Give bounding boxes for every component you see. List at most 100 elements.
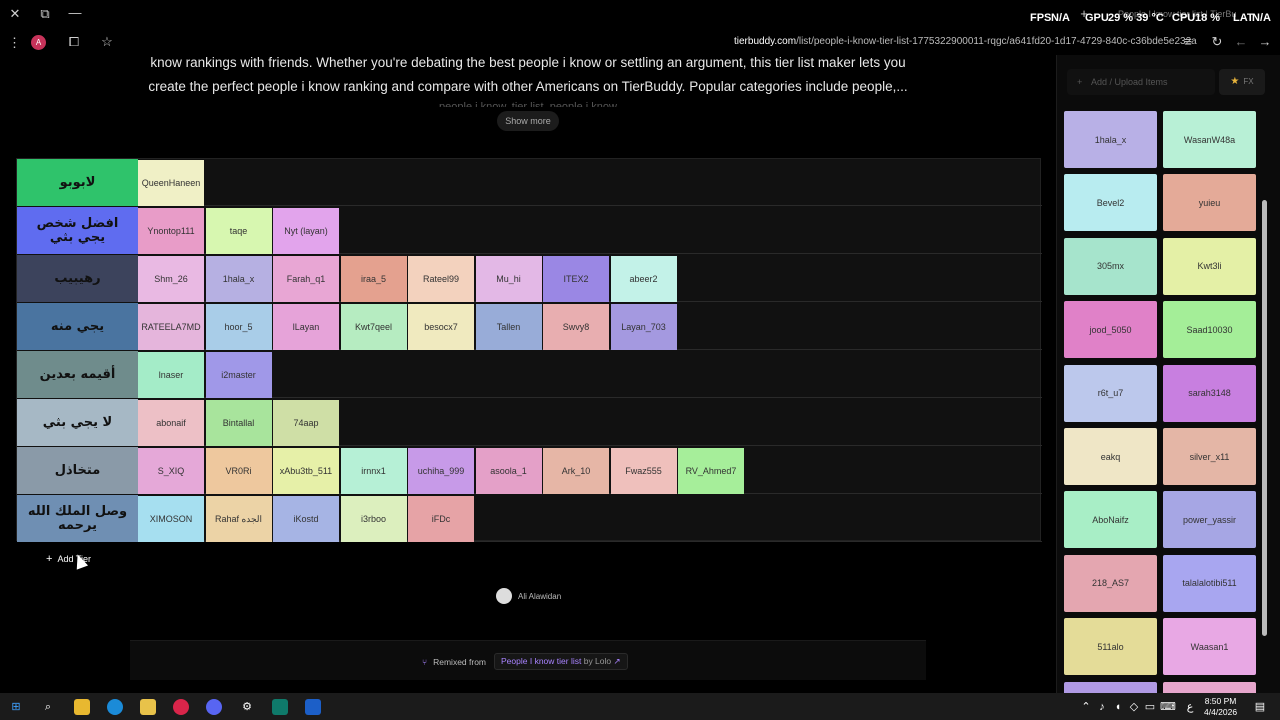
edge-icon[interactable] xyxy=(107,699,123,715)
fx-button[interactable]: ★ FX xyxy=(1219,69,1265,95)
tier-item[interactable]: 74aap xyxy=(273,400,339,446)
pool-item[interactable]: Bevel2 xyxy=(1064,174,1157,232)
tier-item[interactable]: iraa_5 xyxy=(340,256,407,302)
clock[interactable]: 8:50 PM 4/4/2026 xyxy=(1204,696,1237,718)
tier-item[interactable]: iFDc xyxy=(408,496,474,542)
folder-icon[interactable] xyxy=(140,699,156,715)
pool-item[interactable]: yuieu xyxy=(1163,174,1256,232)
tier-item[interactable]: RV_Ahmed7 xyxy=(678,448,744,494)
url-field[interactable]: tierbuddy.com/list/people-i-know-tier-li… xyxy=(734,36,1197,47)
pool-item[interactable] xyxy=(1163,681,1256,693)
tier-label[interactable]: لابوبو xyxy=(17,159,138,206)
tier-item[interactable]: Tallen xyxy=(475,304,542,350)
pool-item[interactable]: 511alo xyxy=(1064,618,1157,676)
tier-item[interactable]: Bintallal xyxy=(205,400,272,446)
remix-link[interactable]: People I know tier list by Lolo ↗ xyxy=(494,653,628,670)
reload-icon[interactable]: ↻ xyxy=(1210,35,1224,49)
creator-info[interactable]: Ali Alawidan xyxy=(496,588,561,604)
tier-item[interactable]: Mu_hi xyxy=(475,256,542,302)
keyboard-icon[interactable]: ⌨ xyxy=(1160,699,1176,715)
tier-item[interactable]: hoor_5 xyxy=(205,304,272,350)
search-icon[interactable]: ⌕ xyxy=(40,699,56,715)
tier-item[interactable]: Layan_703 xyxy=(610,304,677,350)
forward-icon[interactable]: → xyxy=(1258,35,1272,49)
tier-item[interactable]: Swvy8 xyxy=(543,304,609,350)
volume-icon[interactable]: ◖ xyxy=(1110,699,1126,715)
tier-item[interactable]: Shm_26 xyxy=(138,256,204,302)
tier-label[interactable]: متخاذل xyxy=(17,447,138,494)
pool-item[interactable]: Saad10030 xyxy=(1163,301,1256,359)
bookmark-star-icon[interactable]: ☆ xyxy=(100,35,114,49)
tier-label[interactable]: افضل شخص يجي بثي xyxy=(17,207,138,254)
display-icon[interactable]: ▭ xyxy=(1142,699,1158,715)
tier-label[interactable]: رهيبيب xyxy=(17,255,138,302)
pool-item[interactable]: r6t_u7 xyxy=(1064,364,1157,422)
discord-icon[interactable] xyxy=(206,699,222,715)
tier-item[interactable]: Ark_10 xyxy=(543,448,609,494)
tier-item[interactable]: lnaser xyxy=(138,352,204,398)
profile-icon[interactable]: A xyxy=(31,35,46,50)
microphone-icon[interactable]: ♪ xyxy=(1094,699,1110,715)
pool-item[interactable]: Waasan1 xyxy=(1163,618,1256,676)
tier-item[interactable]: RATEELA7MD xyxy=(138,304,204,350)
pool-item[interactable]: sarah3148 xyxy=(1163,364,1256,422)
tier-item[interactable]: xAbu3tb_511 xyxy=(273,448,339,494)
tier-item[interactable]: QueenHaneen xyxy=(138,160,204,206)
tier-label[interactable]: وصل الملك الله يرحمه xyxy=(17,495,138,542)
minimize-icon[interactable]: — xyxy=(68,6,82,20)
tier-label[interactable]: أقيمه بعدين xyxy=(17,351,138,398)
app-icon[interactable] xyxy=(272,699,288,715)
close-icon[interactable]: ✕ xyxy=(8,7,22,21)
tier-item[interactable]: Ynontop111 xyxy=(138,208,204,254)
menu-dots-icon[interactable]: ⋮ xyxy=(8,36,21,50)
settings-icon[interactable]: ⚙ xyxy=(239,699,255,715)
tier-item[interactable]: lLayan xyxy=(273,304,339,350)
pool-item[interactable]: eakq xyxy=(1064,428,1157,485)
tier-label[interactable]: لا يجي بثي xyxy=(17,399,138,446)
pool-item[interactable]: Kwt3li xyxy=(1163,237,1256,295)
scrollbar-thumb[interactable] xyxy=(1262,200,1267,636)
network-icon[interactable]: ◇ xyxy=(1126,699,1142,715)
notification-icon[interactable]: ▤ xyxy=(1252,699,1268,715)
tier-item[interactable]: i3rboo xyxy=(340,496,407,542)
pool-item[interactable]: AboNaifz xyxy=(1064,491,1157,549)
tier-item[interactable]: VR0Ri xyxy=(205,448,272,494)
monitor-icon[interactable] xyxy=(305,699,321,715)
start-icon[interactable]: ⊞ xyxy=(8,699,24,715)
pool-item[interactable]: talalalotibi511 xyxy=(1163,554,1256,612)
tier-item[interactable]: asoola_1 xyxy=(475,448,542,494)
tier-item[interactable]: Kwt7qeel xyxy=(340,304,407,350)
tier-item[interactable]: taqe xyxy=(205,208,272,254)
extensions-icon[interactable]: ⧠ xyxy=(67,35,81,49)
upload-items-field[interactable]: Add / Upload Items + xyxy=(1067,69,1215,95)
tier-item[interactable]: Nyt (layan) xyxy=(273,208,339,254)
tier-item[interactable]: abeer2 xyxy=(610,256,677,302)
tier-item[interactable]: XIMOSON xyxy=(138,496,204,542)
tray-arrow-icon[interactable]: ⌃ xyxy=(1078,699,1094,715)
language-indicator[interactable]: ع xyxy=(1182,699,1198,715)
pool-item[interactable]: WasanW48a xyxy=(1163,111,1256,168)
pool-item[interactable]: power_yassir xyxy=(1163,491,1256,549)
tier-item[interactable]: ITEX2 xyxy=(543,256,609,302)
pool-item[interactable]: silver_x11 xyxy=(1163,428,1256,485)
tier-item[interactable]: Rahaf الجده xyxy=(205,496,272,542)
tier-item[interactable]: iKostd xyxy=(273,496,339,542)
pool-item[interactable]: jood_5050 xyxy=(1064,301,1157,359)
tier-item[interactable]: Fwaz555 xyxy=(610,448,677,494)
pool-item[interactable]: 218_AS7 xyxy=(1064,554,1157,612)
tier-item[interactable]: irnnx1 xyxy=(340,448,407,494)
tier-item[interactable]: uchiha_999 xyxy=(408,448,474,494)
tier-item[interactable]: S_XIQ xyxy=(138,448,204,494)
back-icon[interactable]: ← xyxy=(1234,35,1248,49)
tier-item[interactable]: besocx7 xyxy=(408,304,474,350)
tier-item[interactable]: i2master xyxy=(205,352,272,398)
pool-item[interactable]: 1hala_x xyxy=(1064,111,1157,168)
remix-link-title[interactable]: People I know tier list xyxy=(501,656,581,666)
tier-item[interactable]: 1hala_x xyxy=(205,256,272,302)
tier-item[interactable]: Rateel99 xyxy=(408,256,474,302)
store-icon[interactable] xyxy=(74,699,90,715)
pool-item[interactable]: 305mx xyxy=(1064,237,1157,295)
show-more-button[interactable]: Show more xyxy=(497,111,559,131)
tier-item[interactable]: abonaif xyxy=(138,400,204,446)
pool-item[interactable] xyxy=(1064,681,1157,693)
